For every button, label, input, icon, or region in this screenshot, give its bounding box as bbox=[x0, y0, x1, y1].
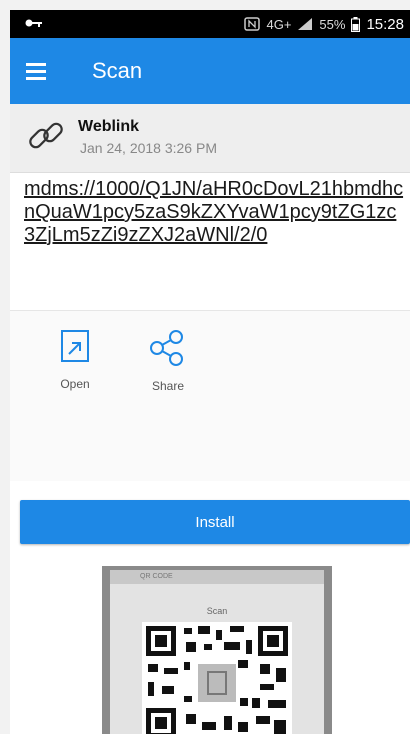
open-label: Open bbox=[60, 377, 90, 391]
key-icon bbox=[25, 19, 42, 27]
app-title: Scan bbox=[92, 58, 143, 83]
scanned-url-link[interactable]: mdms://1000/Q1JN/aHR0cDovL21hbmdhcnQuaW1… bbox=[24, 178, 404, 247]
battery-percent: 55% bbox=[319, 16, 346, 32]
scan-history-item[interactable]: Weblink Jan 24, 2018 3:26 PM bbox=[10, 104, 410, 173]
phone-screen: 4G+ 55% 15:28 Scan Weblink Jan 24, 2018 … bbox=[10, 10, 410, 734]
signal-icon bbox=[298, 18, 313, 30]
network-type: 4G+ bbox=[266, 16, 292, 32]
clock: 15:28 bbox=[366, 15, 404, 33]
share-label: Share bbox=[151, 379, 185, 393]
share-icon bbox=[150, 330, 183, 366]
hamburger-menu-icon[interactable] bbox=[24, 58, 50, 84]
qr-code-photo: QR CODE Scan bbox=[102, 566, 332, 734]
nfc-icon bbox=[244, 17, 261, 31]
app-bar: Scan bbox=[10, 38, 410, 104]
photo-screen-title: Scan bbox=[206, 606, 228, 616]
photographed-screen: QR CODE Scan bbox=[110, 570, 324, 734]
install-button[interactable]: Install bbox=[20, 500, 410, 544]
actions-panel: Open Share bbox=[10, 310, 410, 481]
photo-screen-header: QR CODE bbox=[110, 570, 324, 584]
share-action[interactable]: Share bbox=[138, 329, 198, 393]
qr-code-image bbox=[142, 622, 292, 734]
item-type-label: Weblink bbox=[78, 118, 140, 135]
open-action[interactable]: Open bbox=[45, 329, 105, 391]
battery-icon bbox=[351, 16, 361, 32]
link-icon bbox=[29, 122, 63, 149]
open-external-icon bbox=[61, 330, 89, 362]
item-timestamp: Jan 24, 2018 3:26 PM bbox=[80, 140, 217, 156]
status-bar: 4G+ 55% 15:28 bbox=[10, 10, 410, 38]
